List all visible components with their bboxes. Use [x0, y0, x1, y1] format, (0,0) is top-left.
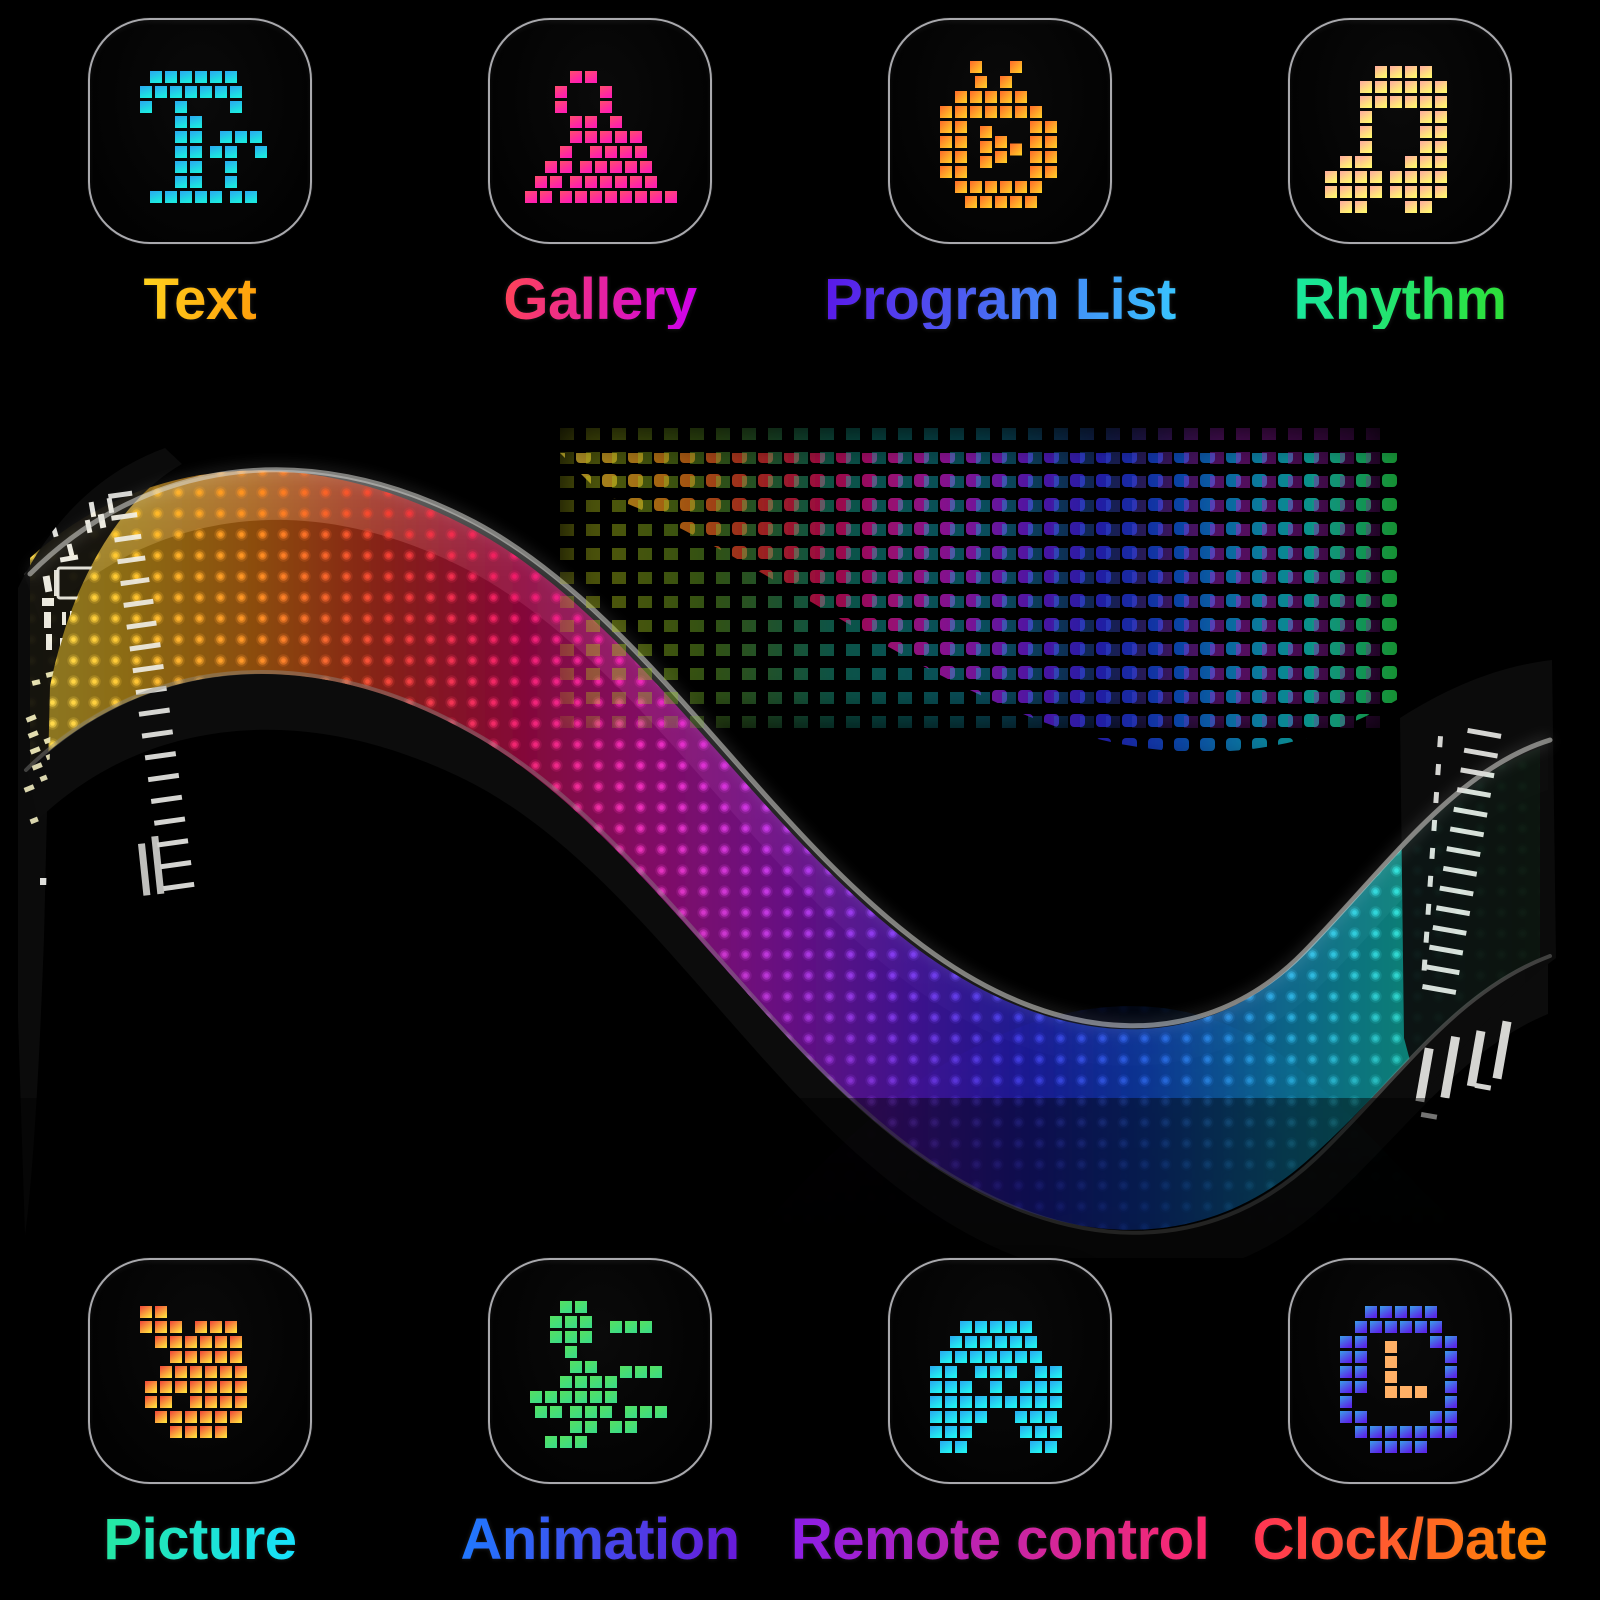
right-circuit-board-edge	[1400, 660, 1556, 1120]
feature-label-animation: Animation	[460, 1507, 740, 1572]
feature-tile-animation[interactable]	[488, 1258, 712, 1484]
feature-item-rhythm[interactable]: Rhythm	[1200, 18, 1600, 329]
feature-label-picture: Picture	[103, 1507, 297, 1572]
feature-item-remote-control[interactable]: Remote control	[791, 1258, 1210, 1569]
pixel-landscape-photo-icon	[515, 46, 685, 216]
feature-row-bottom: Picture Animation Remote control Clock/D…	[0, 1258, 1600, 1600]
feature-label-remote-control: Remote control	[790, 1507, 1210, 1572]
feature-label-text: Text	[143, 267, 257, 332]
feature-tile-clock-date[interactable]	[1288, 1258, 1512, 1484]
led-display-stage	[0, 398, 1600, 1258]
pixel-clock-icon	[1315, 1286, 1485, 1456]
pixel-tv-play-icon	[915, 46, 1085, 216]
feature-item-text[interactable]: Text	[0, 18, 400, 329]
feature-item-animation[interactable]: Animation	[400, 1258, 800, 1569]
pixel-music-note-icon	[1315, 46, 1485, 216]
feature-item-gallery[interactable]: Gallery	[400, 18, 800, 329]
pixel-text-tool-icon	[115, 46, 285, 216]
feature-label-gallery: Gallery	[503, 267, 697, 332]
floor-vignette	[0, 1098, 1600, 1258]
feature-item-picture[interactable]: Picture	[0, 1258, 400, 1569]
pixel-gamepad-icon	[915, 1286, 1085, 1456]
clock-hands	[1385, 1341, 1427, 1398]
back-panel-glow	[560, 428, 1390, 728]
feature-tile-program-list[interactable]	[888, 18, 1112, 244]
feature-item-clock-date[interactable]: Clock/Date	[1200, 1258, 1600, 1569]
feature-label-program-list: Program List	[824, 267, 1176, 332]
feature-tile-remote-control[interactable]	[888, 1258, 1112, 1484]
feature-tile-rhythm[interactable]	[1288, 18, 1512, 244]
feature-tile-text[interactable]	[88, 18, 312, 244]
pixel-running-person-icon	[515, 1286, 685, 1456]
product-feature-page: Text Gallery Program List Rhythm Picture…	[0, 0, 1600, 1600]
feature-tile-gallery[interactable]	[488, 18, 712, 244]
pixel-apple-fruit-icon	[115, 1286, 285, 1456]
feature-row-top: Text Gallery Program List Rhythm	[0, 18, 1600, 368]
feature-label-clock-date: Clock/Date	[1252, 1507, 1548, 1572]
feature-item-program-list[interactable]: Program List	[800, 18, 1200, 329]
feature-tile-picture[interactable]	[88, 1258, 312, 1484]
feature-label-rhythm: Rhythm	[1293, 267, 1507, 332]
